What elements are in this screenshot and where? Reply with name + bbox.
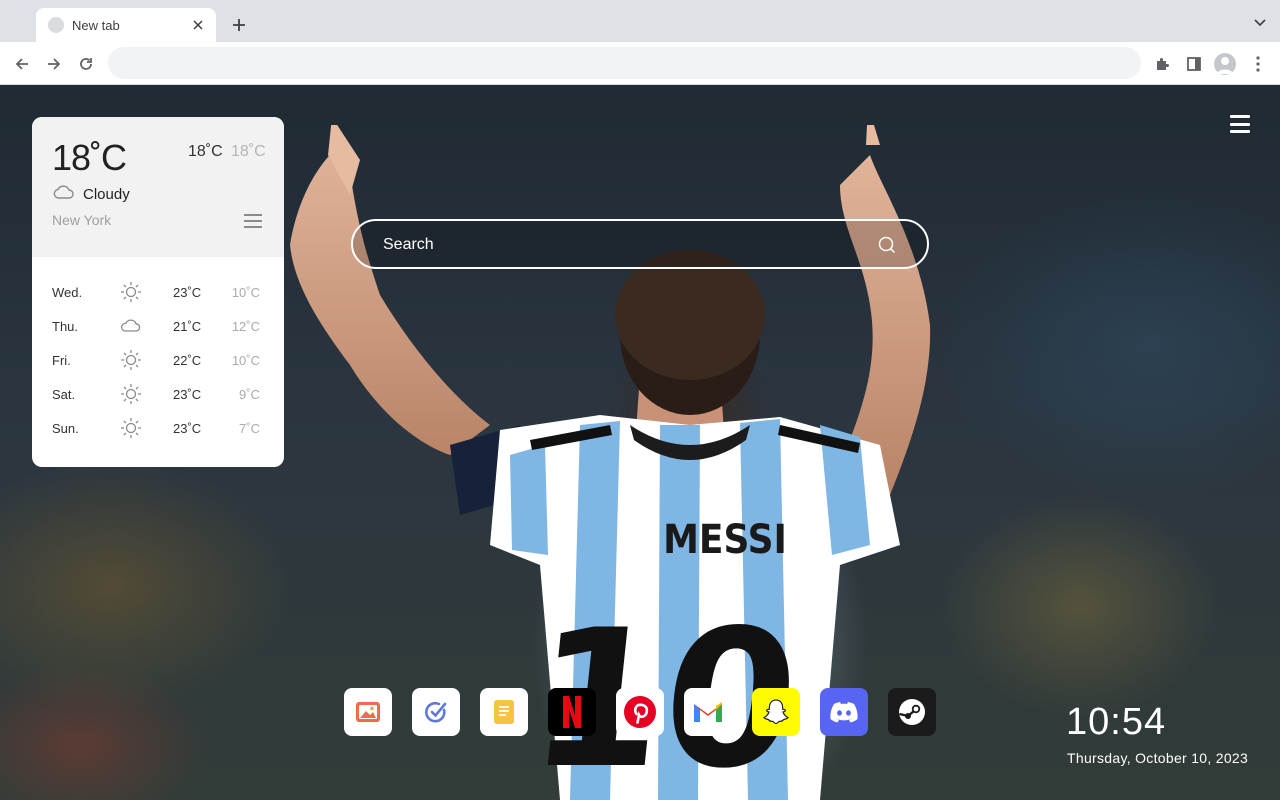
weather-widget[interactable]: 18˚C 18˚C 18˚C Cloudy New York Wed. 23˚C… (32, 117, 284, 467)
forecast-high: 23˚C (173, 285, 202, 300)
netflix-icon[interactable] (548, 688, 596, 736)
task-check-icon[interactable] (412, 688, 460, 736)
tab-strip: New tab (0, 0, 1280, 42)
today-high: 18˚C (188, 143, 223, 160)
current-temperature: 18˚C (52, 137, 127, 178)
forecast-day: Sun. (52, 421, 79, 436)
weather-condition: Cloudy (83, 186, 130, 203)
forecast-low: 12˚C (231, 319, 260, 334)
forecast-day: Sat. (52, 387, 76, 402)
clock-time: 10:54 (1066, 701, 1167, 743)
search-box[interactable] (351, 219, 929, 269)
snapchat-icon[interactable] (752, 688, 800, 736)
forecast-row: Fri. 22˚C 10˚C (32, 343, 284, 377)
search-icon[interactable] (877, 235, 897, 255)
jersey-name: MESSI (663, 517, 787, 563)
close-icon[interactable] (190, 17, 206, 33)
profile-avatar-icon[interactable] (1213, 52, 1237, 76)
forecast-row: Wed. 23˚C 10˚C (32, 275, 284, 309)
reload-icon[interactable] (74, 52, 98, 76)
forecast-low: 9˚C (239, 387, 260, 402)
list-icon[interactable] (244, 214, 262, 228)
forecast-low: 10˚C (231, 353, 260, 368)
weather-city: New York (52, 212, 112, 228)
discord-icon[interactable] (820, 688, 868, 736)
sun-icon (121, 418, 141, 438)
hamburger-menu-icon[interactable] (1230, 115, 1250, 133)
forward-arrow-icon[interactable] (42, 52, 66, 76)
forecast-low: 7˚C (239, 421, 260, 436)
globe-placeholder-icon (48, 17, 64, 33)
forecast-high: 22˚C (173, 353, 202, 368)
forecast-low: 10˚C (231, 285, 260, 300)
today-low: 18˚C (231, 143, 266, 160)
address-bar[interactable] (108, 47, 1141, 79)
forecast-list: Wed. 23˚C 10˚C Thu. 21˚C 12˚C Fri. 22˚C … (32, 275, 284, 445)
steam-icon[interactable] (888, 688, 936, 736)
forecast-day: Thu. (52, 319, 79, 334)
forecast-high: 23˚C (173, 387, 202, 402)
cloud-icon (53, 185, 74, 199)
forecast-day: Fri. (52, 353, 71, 368)
notes-icon[interactable] (480, 688, 528, 736)
new-tab-page: MESSI 10 18˚C 18˚C 18˚C Cloudy New York … (0, 85, 1280, 800)
extensions-puzzle-icon[interactable] (1150, 52, 1174, 76)
more-vert-icon[interactable] (1246, 52, 1270, 76)
cloud-icon (120, 319, 141, 332)
tab-new-tab[interactable]: New tab (36, 8, 216, 42)
forecast-day: Wed. (52, 285, 83, 300)
back-arrow-icon[interactable] (10, 52, 34, 76)
weather-current: 18˚C 18˚C 18˚C Cloudy New York (32, 117, 284, 257)
image-gallery-icon[interactable] (344, 688, 392, 736)
gmail-icon[interactable] (684, 688, 732, 736)
clock-date: Thursday, October 10, 2023 (1067, 750, 1249, 766)
forecast-high: 21˚C (173, 319, 202, 334)
search-input[interactable] (383, 233, 853, 257)
shortcut-dock (344, 688, 936, 736)
chevron-down-icon[interactable] (1252, 15, 1268, 31)
forecast-row: Sun. 23˚C 7˚C (32, 411, 284, 445)
browser-toolbar (0, 42, 1280, 85)
new-tab-button[interactable] (228, 14, 250, 36)
forecast-row: Thu. 21˚C 12˚C (32, 309, 284, 343)
pinterest-icon[interactable] (616, 688, 664, 736)
forecast-high: 23˚C (173, 421, 202, 436)
forecast-row: Sat. 23˚C 9˚C (32, 377, 284, 411)
sun-icon (121, 350, 141, 370)
sun-icon (121, 384, 141, 404)
tab-title: New tab (72, 17, 120, 33)
sun-icon (121, 282, 141, 302)
side-panel-icon[interactable] (1182, 52, 1206, 76)
